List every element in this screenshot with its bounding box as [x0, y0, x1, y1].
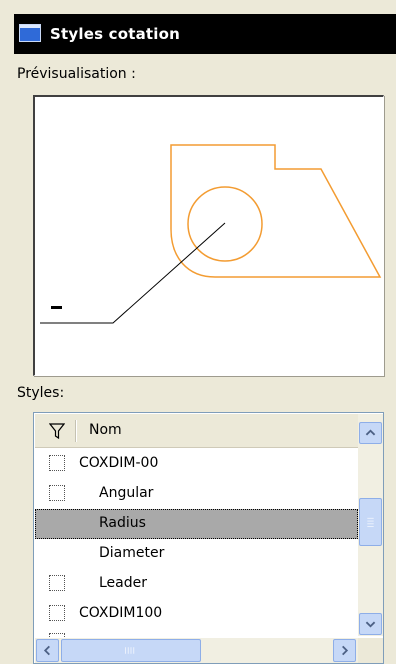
- list-item[interactable]: Angular: [35, 479, 358, 509]
- row-checkbox[interactable]: [49, 485, 65, 501]
- preview-drawing: [40, 144, 382, 324]
- shape-outline: [170, 144, 382, 278]
- row-label: COXDIM100: [79, 605, 163, 621]
- styles-label: Styles:: [17, 385, 65, 401]
- row-checkbox[interactable]: [49, 455, 65, 471]
- preview-canvas: [33, 95, 384, 376]
- scroll-down-button[interactable]: [359, 613, 382, 635]
- dimension-text-marker: [51, 306, 62, 309]
- scroll-up-icon: [365, 429, 376, 436]
- list-item-selected[interactable]: Radius: [35, 509, 358, 539]
- scroll-right-icon: [342, 645, 349, 656]
- vertical-scrollbar[interactable]: [358, 414, 383, 636]
- header-separator: [75, 420, 77, 442]
- vertical-scroll-thumb[interactable]: [359, 498, 382, 546]
- styles-cotation-panel: Styles cotation Prévisualisation : Style…: [0, 0, 396, 664]
- list-header: Nom: [35, 414, 358, 448]
- row-checkbox[interactable]: [49, 605, 65, 621]
- radius-circle: [187, 186, 263, 262]
- horizontal-scrollbar[interactable]: [35, 638, 358, 663]
- scrollbar-corner: [358, 638, 383, 663]
- row-checkbox[interactable]: [49, 633, 65, 637]
- filter-icon[interactable]: [49, 422, 65, 440]
- row-checkbox[interactable]: [49, 575, 65, 591]
- row-label: COXDIM-00: [79, 455, 159, 471]
- scroll-left-button[interactable]: [36, 639, 59, 662]
- column-header-name[interactable]: Nom: [89, 422, 122, 438]
- row-label: Leader: [99, 575, 148, 591]
- list-item[interactable]: Diameter: [35, 539, 358, 569]
- styles-list[interactable]: Nom COXDIM-00 Angular Radius Diameter Le…: [33, 412, 384, 664]
- dimension-leader: [40, 222, 226, 324]
- preview-label: Prévisualisation :: [17, 66, 136, 82]
- scroll-down-icon: [365, 621, 376, 628]
- list-item[interactable]: COXDIM-00: [35, 449, 358, 479]
- grip-icon: [125, 647, 135, 654]
- list-item[interactable]: COXDIM100: [35, 599, 358, 629]
- scroll-right-button[interactable]: [333, 639, 356, 662]
- grip-icon: [367, 517, 374, 528]
- window-title: Styles cotation: [50, 25, 181, 43]
- row-label: Angular: [99, 485, 154, 501]
- list-item[interactable]: Leader: [35, 569, 358, 599]
- scroll-up-button[interactable]: [359, 422, 382, 444]
- scroll-left-icon: [43, 645, 50, 656]
- row-label: Diameter: [99, 545, 165, 561]
- row-label: Radius: [99, 515, 146, 531]
- horizontal-scroll-thumb[interactable]: [61, 639, 201, 662]
- list-item-partial[interactable]: [35, 629, 358, 637]
- window-icon: [19, 24, 41, 42]
- title-bar: Styles cotation: [14, 14, 396, 54]
